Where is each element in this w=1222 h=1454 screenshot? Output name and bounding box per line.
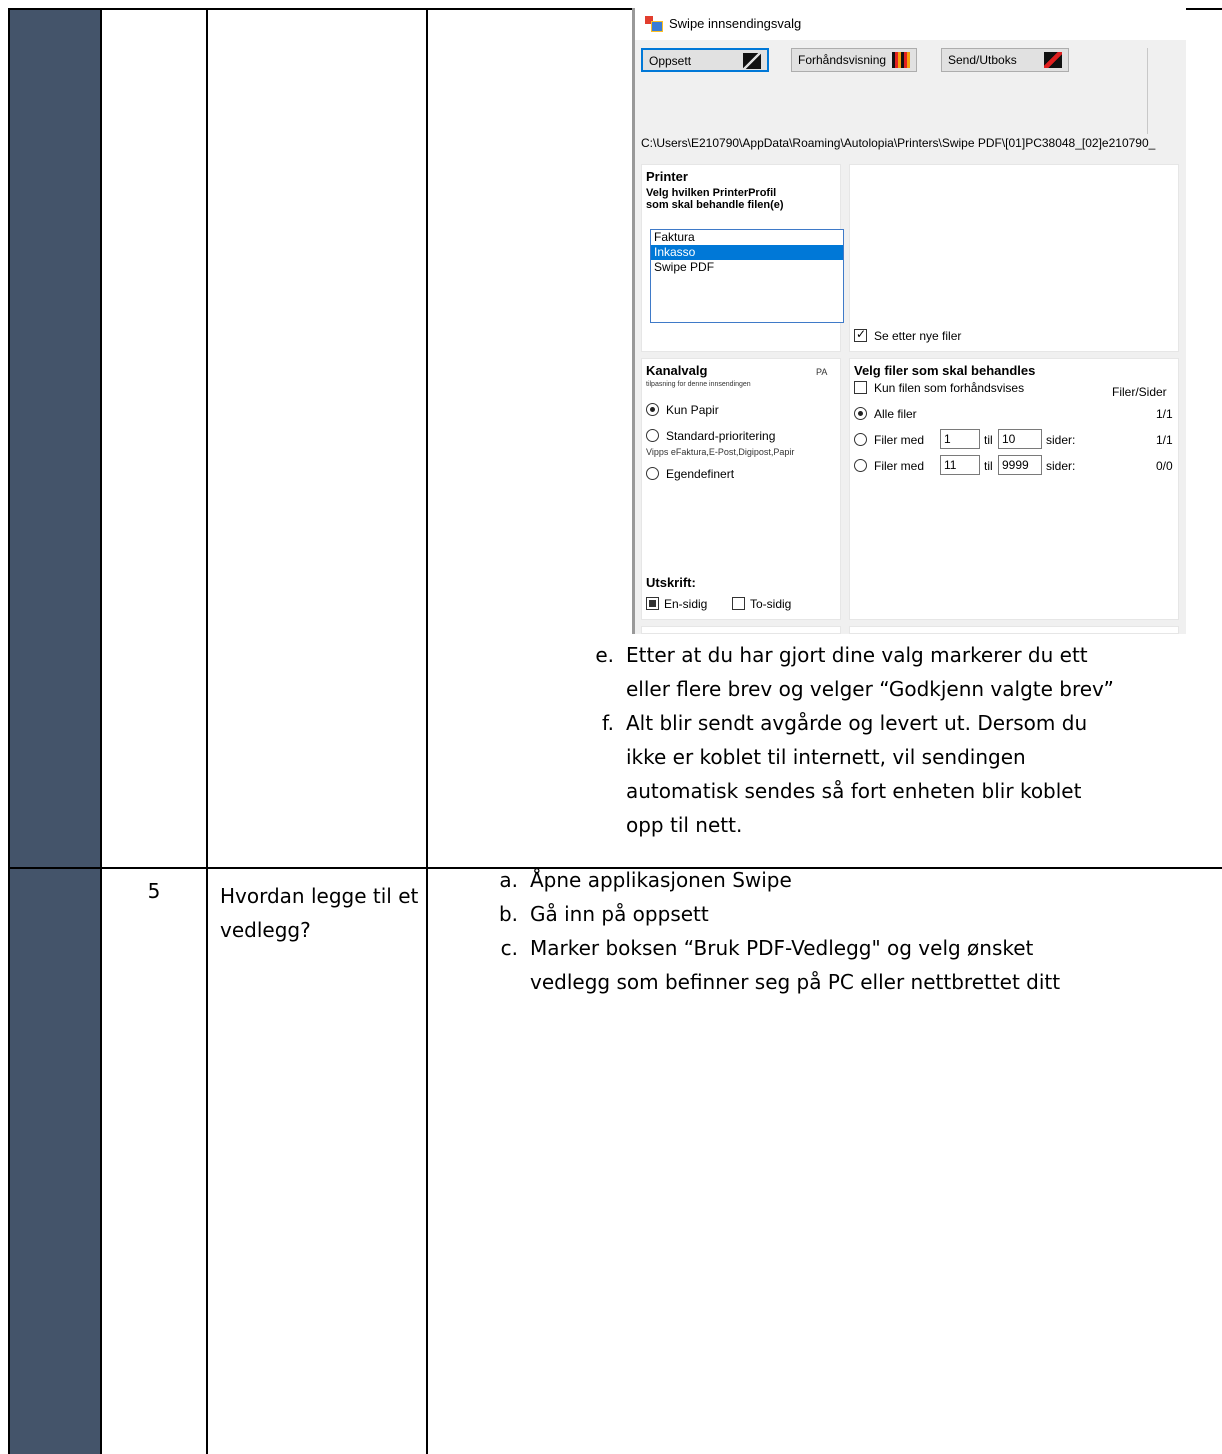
list-item: e. Etter at du har gjort dine valg marke… <box>586 638 1222 706</box>
list-marker: f. <box>602 711 614 735</box>
step-number: 5 <box>147 879 161 903</box>
files-panel: Velg filer som skal behandles Kun filen … <box>849 358 1179 620</box>
tab-send-outbox[interactable]: Send/Utboks <box>941 48 1069 72</box>
range-1-to-input[interactable]: 10 <box>998 429 1042 449</box>
list-item-line: Gå inn på oppsett <box>530 902 709 926</box>
steps-list: e. Etter at du har gjort dine valg marke… <box>586 638 1222 842</box>
list-item-line: Alt blir sendt avgårde og levert ut. Der… <box>626 711 1088 735</box>
all-files-label: Alle filer <box>874 407 917 421</box>
range-2-from-input[interactable]: 11 <box>940 455 980 475</box>
channel-panel: Kanalvalg PA tilpasning for denne innsen… <box>641 358 841 620</box>
range-2-til: til <box>984 459 993 473</box>
tab-label: Oppsett <box>649 54 692 68</box>
tab-label: Forhåndsvisning <box>798 53 887 67</box>
question-text: Hvordan legge til et vedlegg? <box>220 884 419 942</box>
printer-subtitle: Velg hvilken PrinterProfil <box>646 187 777 199</box>
preview-only-label: Kun filen som forhåndsvises <box>874 381 1025 395</box>
preview-icon <box>892 52 910 68</box>
radio-standard[interactable] <box>646 429 659 442</box>
send-icon <box>1044 52 1062 68</box>
list-item-line: opp til nett. <box>626 813 743 837</box>
question-cell: Hvordan legge til et vedlegg? <box>208 869 428 1454</box>
steps-list: a. Åpne applikasjonen Swipe b. Gå inn på… <box>490 863 1210 999</box>
watch-label: Se etter nye filer <box>874 329 962 343</box>
file-path: C:\Users\E210790\AppData\Roaming\Autolop… <box>641 136 1156 150</box>
channel-hint: tilpasning for denne innsendingen <box>646 381 751 388</box>
range-2-sider: sider: <box>1046 459 1076 473</box>
single-sided-label: En-sidig <box>664 597 708 611</box>
tab-label: Send/Utboks <box>948 53 1017 67</box>
range-1-sider: sider: <box>1046 433 1076 447</box>
range-1-til: til <box>984 433 993 447</box>
watch-checkbox[interactable] <box>854 327 867 342</box>
tab-oppsett[interactable]: Oppsett <box>641 48 769 72</box>
number-cell: 5 <box>102 869 208 1454</box>
answer-cell: a. Åpne applikasjonen Swipe b. Gå inn på… <box>428 868 1222 1454</box>
range-1-label: Filer med <box>874 433 925 447</box>
range-2-to-input[interactable]: 9999 <box>998 455 1042 475</box>
radio-custom-label: Egendefinert <box>666 467 735 481</box>
preview-only-checkbox[interactable] <box>854 381 867 394</box>
single-sided-checkbox[interactable] <box>646 597 659 610</box>
print-title: Utskrift: <box>646 575 696 590</box>
setup-icon <box>743 53 761 69</box>
range-2-count: 0/0 <box>1156 459 1173 473</box>
radio-standard-label: Standard-prioritering <box>666 429 776 443</box>
list-item: c. Marker boksen “Bruk PDF-Vedlegg" og v… <box>490 931 1210 999</box>
printer-profile-list[interactable]: Faktura Inkasso Swipe PDF <box>650 229 844 323</box>
side-band <box>10 10 102 869</box>
list-item: f. Alt blir sendt avgårde og levert ut. … <box>586 706 1222 842</box>
double-sided-checkbox[interactable] <box>732 597 745 610</box>
list-item-line: eller flere brev og velger “Godkjenn val… <box>626 677 1114 701</box>
range-2-label: Filer med <box>874 459 925 473</box>
radio-range-2[interactable] <box>854 459 867 472</box>
range-1-from-input[interactable]: 1 <box>940 429 980 449</box>
list-item-line: Åpne applikasjonen Swipe <box>530 868 792 892</box>
channel-title: Kanalvalg <box>646 363 708 378</box>
profile-faktura[interactable]: Faktura <box>651 230 843 245</box>
watch-panel: Se etter nye filer <box>849 164 1179 352</box>
tab-preview[interactable]: Forhåndsvisning <box>791 48 917 72</box>
list-marker: c. <box>500 936 518 960</box>
number-cell <box>102 10 208 869</box>
printer-subtitle: som skal behandle filen(e) <box>646 199 784 211</box>
list-item: a. Åpne applikasjonen Swipe <box>490 863 1210 897</box>
profile-inkasso[interactable]: Inkasso <box>651 245 843 260</box>
bottom-panel <box>641 626 841 634</box>
all-files-count: 1/1 <box>1156 407 1173 421</box>
radio-paper-label: Kun Papir <box>666 403 719 417</box>
list-item-line: automatisk sendes så fort enheten blir k… <box>626 779 1082 803</box>
dialog-screenshot: Swipe innsendingsvalg Oppsett Forhåndsvi… <box>632 8 1186 634</box>
list-item-line: vedlegg som befinner seg på PC eller net… <box>530 970 1061 994</box>
list-marker: a. <box>499 868 518 892</box>
table-row: 5 Hvordan legge til et vedlegg? a. Åpne … <box>10 868 1222 1454</box>
printer-panel: Printer Velg hvilken PrinterProfil som s… <box>641 164 844 352</box>
dialog-titlebar: Swipe innsendingsvalg <box>635 8 1186 40</box>
standard-note: Vipps eFaktura,E-Post,Digipost,Papir <box>646 447 795 457</box>
list-marker: e. <box>595 643 614 667</box>
radio-custom[interactable] <box>646 467 659 480</box>
double-sided-label: To-sidig <box>750 597 792 611</box>
radio-range-1[interactable] <box>854 433 867 446</box>
divider <box>1147 48 1148 134</box>
bottom-panel <box>849 626 1179 634</box>
list-item: b. Gå inn på oppsett <box>490 897 1210 931</box>
channel-badge: PA <box>816 367 828 377</box>
range-1-count: 1/1 <box>1156 433 1173 447</box>
list-marker: b. <box>498 902 518 926</box>
radio-all-files[interactable] <box>854 407 867 420</box>
list-item-line: ikke er koblet til internett, vil sendin… <box>626 745 1026 769</box>
files-title: Velg filer som skal behandles <box>854 363 1036 378</box>
printer-title: Printer <box>646 169 688 184</box>
files-pages-header: Filer/Sider <box>1112 385 1167 399</box>
profile-swipe-pdf[interactable]: Swipe PDF <box>651 260 843 275</box>
list-item-line: Etter at du har gjort dine valg markerer… <box>626 643 1088 667</box>
radio-paper[interactable] <box>646 403 659 416</box>
question-cell <box>208 10 428 869</box>
side-band <box>10 869 102 1454</box>
dialog-title: Swipe innsendingsvalg <box>669 16 802 31</box>
app-icon <box>645 16 663 32</box>
list-item-line: Marker boksen “Bruk PDF-Vedlegg" og velg… <box>530 936 1034 960</box>
